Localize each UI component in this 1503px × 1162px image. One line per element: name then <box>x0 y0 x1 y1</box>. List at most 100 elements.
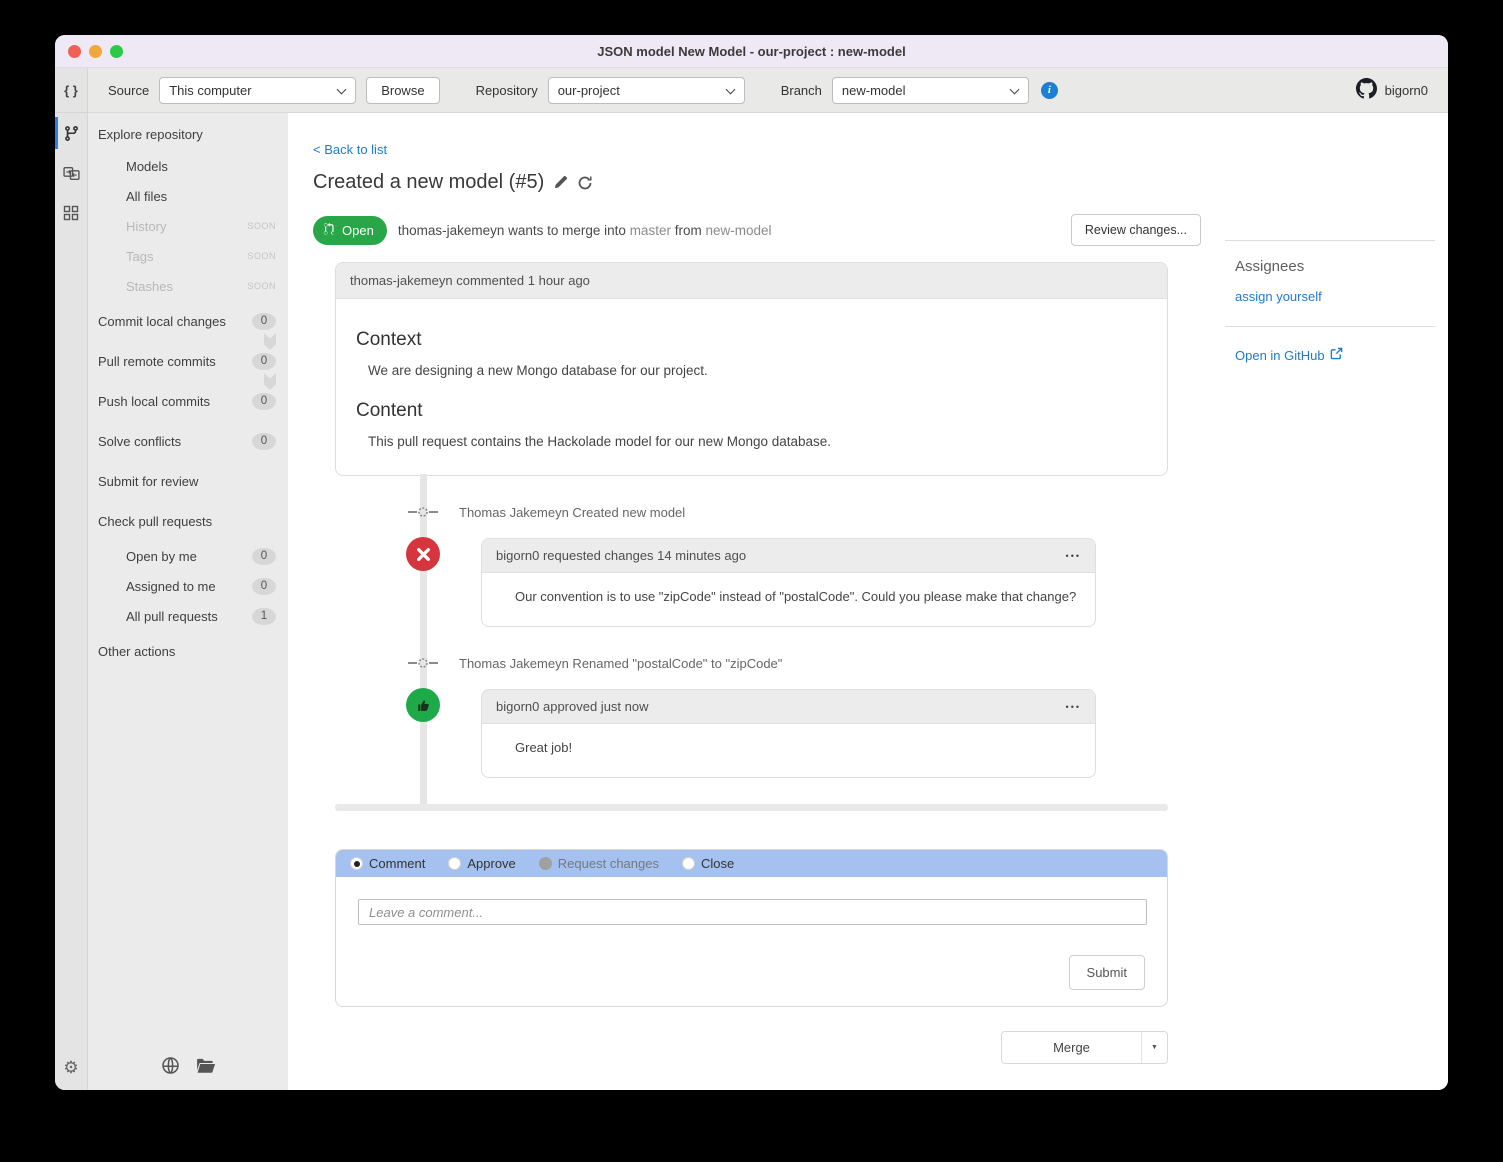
sidebar-item-all-files[interactable]: All files <box>88 181 288 211</box>
review-comment: bigorn0 approved just now ••• Great job! <box>406 688 1168 778</box>
open-in-github-link[interactable]: Open in GitHub <box>1235 347 1343 363</box>
merge-split-button: Merge ▼ <box>1001 1031 1168 1064</box>
source-select[interactable]: This computer <box>159 76 357 104</box>
grid-icon <box>63 205 79 221</box>
sidebar-item-submit-for-review[interactable]: Submit for review <box>88 461 288 501</box>
soon-badge: SOON <box>247 221 276 231</box>
info-icon[interactable]: i <box>1040 81 1058 99</box>
timeline-event: Thomas Jakemeyn Created new model <box>335 490 1168 534</box>
icon-rail: { } ⚙ <box>55 68 88 1090</box>
request-changes-icon <box>406 537 440 571</box>
app-window: JSON model New Model - our-project : new… <box>55 35 1448 1090</box>
pr-status-badge: Open <box>313 215 387 245</box>
sidebar-item-all-pull-requests[interactable]: All pull requests 1 <box>88 601 288 631</box>
target-branch: master <box>629 222 671 238</box>
sidebar-item-other-actions[interactable]: Other actions <box>88 631 288 671</box>
comment-menu-button[interactable]: ••• <box>1066 702 1081 712</box>
sidebar-item-explore-repository[interactable]: Explore repository <box>88 117 288 151</box>
sidebar-item-models[interactable]: Models <box>88 151 288 181</box>
source-label: Source <box>108 82 150 98</box>
sidebar-item-solve-conflicts[interactable]: Solve conflicts 0 <box>88 421 288 461</box>
page-title: Created a new model (#5) <box>313 171 545 193</box>
rail-item-compare[interactable] <box>55 153 87 193</box>
timeline-event: Thomas Jakemeyn Renamed "postalCode" to … <box>335 641 1168 685</box>
review-changes-button[interactable]: Review changes... <box>1070 214 1201 246</box>
sidebar-item-tags: Tags SOON <box>126 248 276 264</box>
refresh-icon[interactable] <box>577 175 593 191</box>
pr-description-card: thomas-jakemeyn commented 1 hour ago Con… <box>335 262 1168 476</box>
sidebar-item-history: History SOON <box>126 218 276 234</box>
pr-meta-panel: Assignees assign yourself Open in GitHub <box>1225 240 1435 363</box>
rail-item-repository[interactable] <box>55 113 87 153</box>
radio-approve-input[interactable] <box>448 857 462 870</box>
gear-icon: ⚙ <box>63 1058 79 1077</box>
zoom-window-button[interactable] <box>110 45 123 58</box>
browse-button[interactable]: Browse <box>366 76 440 104</box>
radio-approve[interactable]: Approve <box>448 856 516 871</box>
window-title: JSON model New Model - our-project : new… <box>597 43 906 59</box>
count-badge: 0 <box>252 392 276 410</box>
rail-item-grid[interactable] <box>55 193 87 233</box>
back-to-list-link[interactable]: < Back to list <box>313 142 387 157</box>
window-controls <box>68 45 123 58</box>
sidebar: Explore repository Models All files Hist… <box>88 113 288 1090</box>
radio-request-changes: Request changes <box>538 856 659 871</box>
github-username[interactable]: bigorn0 <box>1385 83 1428 98</box>
sidebar-item-push-local-commits[interactable]: Push local commits 0 <box>88 381 288 421</box>
sidebar-item-stashes: Stashes SOON <box>126 278 276 294</box>
pr-description-header: thomas-jakemeyn commented 1 hour ago <box>336 263 1167 299</box>
sidebar-item-open-by-me[interactable]: Open by me 0 <box>88 541 288 571</box>
radio-request-changes-input <box>538 857 552 870</box>
folder-icon[interactable] <box>196 1057 216 1077</box>
section-text: This pull request contains the Hackolade… <box>368 434 832 449</box>
globe-icon[interactable] <box>161 1056 180 1078</box>
radio-comment[interactable]: Comment <box>350 856 425 871</box>
merge-options-button[interactable]: ▼ <box>1142 1032 1167 1063</box>
close-window-button[interactable] <box>68 45 81 58</box>
soon-badge: SOON <box>247 251 276 261</box>
pull-request-icon <box>323 222 336 239</box>
sidebar-item-commit-local-changes[interactable]: Commit local changes 0 <box>88 301 288 350</box>
submit-button[interactable]: Submit <box>1068 955 1145 990</box>
sidebar-item-assigned-to-me[interactable]: Assigned to me 0 <box>88 571 288 601</box>
review-comment: bigorn0 requested changes 14 minutes ago… <box>406 537 1168 627</box>
count-badge: 1 <box>252 607 276 625</box>
comment-menu-button[interactable]: ••• <box>1066 551 1081 561</box>
soon-badge: SOON <box>247 281 276 291</box>
comment-header: bigorn0 requested changes 14 minutes ago <box>496 548 747 563</box>
settings-button[interactable]: ⚙ <box>55 1046 87 1090</box>
source-branch: new-model <box>705 222 772 238</box>
pr-timeline: Thomas Jakemeyn Created new model bigorn… <box>335 474 1168 804</box>
minimize-window-button[interactable] <box>89 45 102 58</box>
commit-icon <box>408 505 438 522</box>
review-action-bar: Comment Approve Request changes Close <box>336 850 1167 877</box>
comment-input[interactable] <box>358 899 1147 925</box>
pr-status-text: thomas-jakemeyn wants to merge into mast… <box>397 222 772 238</box>
branch-label: Branch <box>780 82 822 98</box>
edit-title-icon[interactable] <box>553 175 568 190</box>
count-badge: 0 <box>252 432 276 450</box>
radio-close[interactable]: Close <box>681 856 734 871</box>
merge-button[interactable]: Merge <box>1002 1032 1142 1063</box>
count-badge: 0 <box>252 547 276 565</box>
comment-body: Great job! <box>515 740 573 755</box>
github-logo-icon <box>1355 78 1377 102</box>
radio-close-input[interactable] <box>681 857 695 870</box>
assign-yourself-link[interactable]: assign yourself <box>1235 289 1322 304</box>
titlebar: JSON model New Model - our-project : new… <box>55 35 1448 68</box>
count-badge: 0 <box>252 352 276 370</box>
branch-select[interactable]: new-model <box>831 76 1029 104</box>
dropdown-arrow-icon: ▼ <box>1151 1044 1158 1051</box>
comment-form: Comment Approve Request changes Close Le… <box>335 849 1168 1007</box>
count-badge: 0 <box>252 312 276 330</box>
sidebar-item-check-pull-requests[interactable]: Check pull requests <box>88 501 288 541</box>
sidebar-item-pull-remote-commits[interactable]: Pull remote commits 0 <box>88 341 288 390</box>
radio-comment-input[interactable] <box>350 857 363 870</box>
compare-icon <box>62 165 80 182</box>
repository-select[interactable]: our-project <box>547 76 745 104</box>
external-link-icon <box>1330 347 1343 363</box>
braces-icon[interactable]: { } <box>55 68 87 113</box>
timeline-end-divider <box>335 804 1168 811</box>
main-panel: < Back to list Created a new model (#5) <box>288 113 1448 1090</box>
comment-header: bigorn0 approved just now <box>496 699 649 714</box>
